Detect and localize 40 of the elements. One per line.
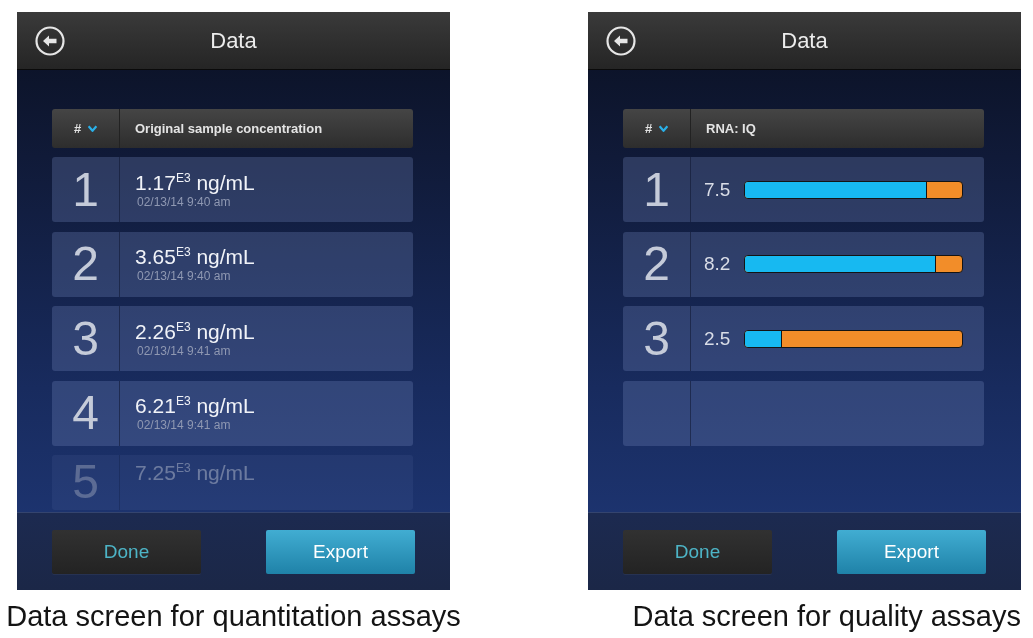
column-header: Original sample concentration	[134, 121, 323, 136]
timestamp: 02/13/14 9:40 am	[136, 194, 232, 209]
result-row[interactable]: 3 2.26$^{E3}$ ng/mL 02/13/14 9:41 am	[52, 306, 413, 371]
sort-column-header[interactable]: #	[73, 121, 82, 136]
timestamp: 02/13/14 9:40 am	[136, 269, 232, 283]
sort-column-header[interactable]: #	[644, 121, 653, 136]
result-row[interactable]: 1 7.5	[623, 157, 984, 222]
row-number: 1	[72, 163, 99, 216]
timestamp: 02/13/14 9:41 am	[136, 343, 232, 358]
row-number: 2	[72, 238, 99, 290]
done-button[interactable]: Done	[623, 529, 772, 574]
back-button[interactable]	[606, 25, 636, 56]
chevron-down-icon	[88, 125, 98, 132]
concentration-value: 3.65$^{E3}$ ng/mL	[135, 245, 256, 269]
concentration-value: 6.21$^{E3}$ ng/mL	[135, 394, 256, 418]
column-header: RNA: IQ	[705, 121, 756, 136]
row-number: 3	[643, 312, 670, 365]
score-value: 7.5	[704, 178, 732, 201]
result-row[interactable]: 3 2.5	[623, 306, 984, 371]
result-row[interactable]: 1 1.17$^{E3}$ ng/mL 02/13/14 9:40 am	[52, 157, 413, 222]
screen-title: Data	[781, 27, 828, 54]
concentration-value: 7.25$^{E3}$ ng/mL	[135, 461, 256, 485]
done-button[interactable]: Done	[52, 529, 201, 574]
row-number: 2	[643, 238, 670, 290]
chevron-down-icon	[659, 125, 669, 132]
result-row[interactable]: 4 6.21$^{E3}$ ng/mL 02/13/14 9:41 am	[52, 380, 413, 446]
row-number: 1	[643, 163, 670, 216]
score-value: 8.2	[704, 253, 732, 275]
score-value: 2.5	[704, 327, 732, 350]
row-number: 4	[72, 387, 99, 439]
concentration-value: 1.17$^{E3}$ ng/mL	[135, 170, 256, 195]
result-row[interactable]: 2 3.65$^{E3}$ ng/mL 02/13/14 9:40 am	[52, 231, 413, 297]
concentration-value: 2.26$^{E3}$ ng/mL	[135, 319, 256, 344]
screen-title: Data	[210, 27, 257, 54]
timestamp: 02/13/14 9:41 am	[136, 418, 232, 432]
result-row[interactable]: 2 8.2	[623, 231, 984, 297]
figure-caption: Data screen for quality assays	[632, 599, 1021, 633]
back-button[interactable]	[35, 25, 65, 56]
row-number: 3	[72, 312, 99, 365]
figure-caption: Data screen for quantitation assays	[6, 599, 461, 633]
